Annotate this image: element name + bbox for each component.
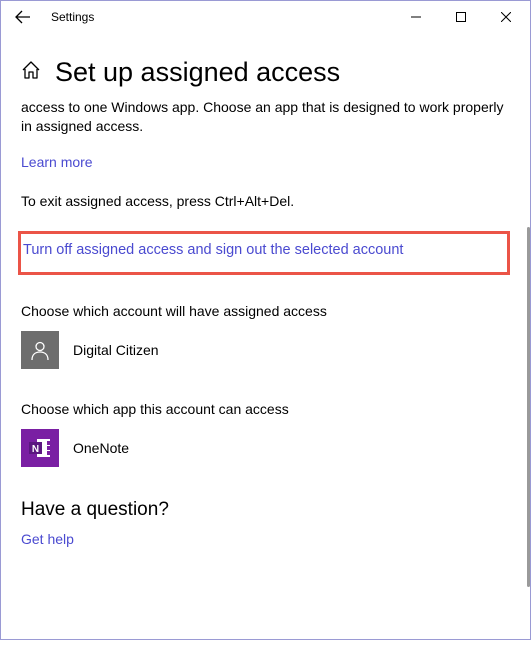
turn-off-assigned-access-link[interactable]: Turn off assigned access and sign out th… <box>23 242 403 258</box>
app-section-label: Choose which app this account can access <box>21 401 510 417</box>
minimize-icon <box>411 12 421 22</box>
back-arrow-icon <box>15 9 31 25</box>
heading-row: Set up assigned access <box>21 57 510 88</box>
maximize-icon <box>456 12 466 22</box>
app-tile: N <box>21 429 59 467</box>
maximize-button[interactable] <box>438 1 483 33</box>
close-icon <box>501 12 511 22</box>
highlighted-turnoff-box: Turn off assigned access and sign out th… <box>18 231 510 275</box>
account-section-label: Choose which account will have assigned … <box>21 303 510 319</box>
window-controls <box>393 1 528 33</box>
app-name: OneNote <box>73 440 129 456</box>
account-item[interactable]: Digital Citizen <box>21 331 510 369</box>
minimize-button[interactable] <box>393 1 438 33</box>
page-title: Set up assigned access <box>55 57 340 88</box>
content-area: Set up assigned access access to one Win… <box>1 57 530 663</box>
exit-instruction-text: To exit assigned access, press Ctrl+Alt+… <box>21 192 510 211</box>
account-name: Digital Citizen <box>73 342 159 358</box>
user-icon <box>29 339 51 361</box>
get-help-link[interactable]: Get help <box>21 531 74 547</box>
titlebar: Settings <box>1 1 530 33</box>
svg-text:N: N <box>32 444 39 455</box>
back-button[interactable] <box>3 1 43 33</box>
scrollbar[interactable] <box>527 227 530 587</box>
window-title: Settings <box>51 10 393 24</box>
close-button[interactable] <box>483 1 528 33</box>
onenote-icon: N <box>27 435 53 461</box>
user-avatar-tile <box>21 331 59 369</box>
question-heading: Have a question? <box>21 499 510 521</box>
intro-text: access to one Windows app. Choose an app… <box>21 98 510 136</box>
app-item[interactable]: N OneNote <box>21 429 510 467</box>
home-icon <box>21 60 41 85</box>
learn-more-link[interactable]: Learn more <box>21 154 93 170</box>
